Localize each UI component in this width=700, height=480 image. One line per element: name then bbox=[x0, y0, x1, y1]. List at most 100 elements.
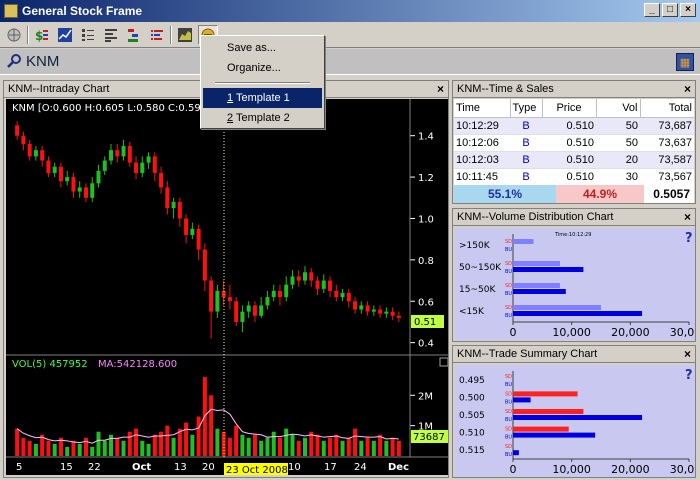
x-tick-label: 0 bbox=[510, 326, 517, 339]
col-type[interactable]: Type bbox=[510, 99, 543, 118]
volume-bar bbox=[296, 440, 301, 456]
volume-bar bbox=[165, 425, 170, 456]
bars-icon[interactable] bbox=[147, 25, 167, 45]
candle-body bbox=[159, 172, 164, 188]
line-chart-icon[interactable] bbox=[55, 25, 75, 45]
candle-body bbox=[40, 150, 45, 161]
candle-body bbox=[71, 177, 76, 192]
col-total[interactable]: Total bbox=[640, 99, 694, 118]
sd-bar bbox=[513, 305, 601, 310]
sd-tag: SD bbox=[505, 283, 512, 289]
volume-bar bbox=[209, 395, 214, 456]
trade-summary-panel: KNM--Trade Summary Chart × 0 10,000 20,000… bbox=[452, 345, 696, 478]
category-label: 0.510 bbox=[459, 429, 485, 439]
price-tick-label: 1.0 bbox=[418, 214, 434, 225]
category-label: 0.500 bbox=[459, 393, 485, 403]
candle-body bbox=[52, 166, 57, 173]
window-titlebar: General Stock Frame _ □ × bbox=[0, 0, 700, 22]
chart-background bbox=[455, 365, 695, 477]
col-price[interactable]: Price bbox=[542, 99, 597, 118]
search-icon[interactable] bbox=[6, 53, 24, 71]
col-time[interactable]: Time bbox=[454, 99, 511, 118]
volume-tick-label: 2M bbox=[418, 391, 433, 402]
candle-body bbox=[290, 276, 295, 285]
volume-distribution-chart[interactable]: 010,00020,00030,000>150KSDBU50~150KSDBU1… bbox=[455, 228, 695, 340]
time-sales-title: KNM--Time & Sales bbox=[457, 83, 554, 95]
candle-body bbox=[146, 156, 151, 163]
cursor-date: 23 Oct 2008 bbox=[226, 465, 288, 475]
help-icon[interactable]: ? bbox=[685, 231, 693, 246]
volume-bar bbox=[328, 437, 333, 456]
volume-bar bbox=[46, 440, 51, 456]
bu-bar bbox=[513, 415, 643, 420]
symbol-code[interactable]: KNM bbox=[26, 53, 59, 70]
close-button[interactable]: × bbox=[680, 3, 696, 17]
bu-bar bbox=[513, 267, 584, 272]
candle-body bbox=[171, 201, 176, 209]
cell-price: 0.510 bbox=[542, 117, 596, 135]
chart-background bbox=[455, 228, 695, 340]
intraday-close-icon[interactable]: × bbox=[437, 81, 444, 97]
toolbar-separator bbox=[27, 25, 29, 44]
volume-bar bbox=[284, 428, 289, 456]
align-icon[interactable] bbox=[101, 25, 121, 45]
bu-tag: BU bbox=[505, 435, 512, 441]
trade-summary-close-icon[interactable]: × bbox=[684, 346, 691, 362]
volume-bar bbox=[152, 434, 157, 456]
list-icon[interactable] bbox=[78, 25, 98, 45]
maximize-button[interactable]: □ bbox=[662, 3, 678, 17]
table-row[interactable]: 10:12:03 B 0.510 20 73,587 bbox=[454, 151, 694, 169]
volume-bar bbox=[96, 431, 101, 456]
table-row[interactable]: 10:12:06 B 0.510 50 73,637 bbox=[454, 134, 694, 152]
volume-distribution-close-icon[interactable]: × bbox=[684, 209, 691, 225]
col-vol[interactable]: Vol bbox=[596, 99, 641, 118]
tree-icon[interactable] bbox=[124, 25, 144, 45]
candle-body bbox=[215, 290, 220, 312]
intraday-chart[interactable]: 1.41.21.00.80.60.42M1M 51522Oct132030101… bbox=[6, 99, 448, 475]
menu-save-as[interactable]: Save as... bbox=[203, 38, 322, 58]
x-tick-label: 15 bbox=[60, 462, 73, 473]
candle-body bbox=[303, 272, 307, 281]
x-tick-label: 13 bbox=[174, 462, 187, 473]
volume-bar bbox=[115, 437, 120, 456]
sd-bar bbox=[513, 283, 560, 288]
sd-tag: SD bbox=[505, 374, 512, 380]
volume-label: VOL(5) 457952 bbox=[12, 359, 88, 370]
x-tick-label: 10 bbox=[288, 462, 301, 473]
volume-bar bbox=[240, 434, 245, 456]
sd-tag: SD bbox=[505, 391, 512, 397]
time-sales-close-icon[interactable]: × bbox=[684, 81, 691, 97]
price-tick-label: 1.2 bbox=[418, 173, 434, 184]
calculator-icon[interactable]: ▦ bbox=[676, 53, 694, 71]
area-chart-icon[interactable] bbox=[175, 25, 195, 45]
sd-tag: SD bbox=[505, 261, 512, 267]
menu-template-2[interactable]: 2 Template 2 bbox=[203, 108, 322, 128]
candle-body bbox=[346, 292, 351, 302]
category-label: 0.505 bbox=[459, 411, 485, 421]
volume-bar bbox=[134, 428, 139, 456]
candle-body bbox=[209, 280, 214, 312]
globe-icon[interactable] bbox=[4, 25, 24, 45]
cell-vol: 50 bbox=[596, 134, 640, 152]
svg-text:$: $ bbox=[35, 29, 43, 43]
candle-body bbox=[196, 228, 201, 250]
table-row[interactable]: 10:11:45 B 0.510 30 73,567 bbox=[454, 168, 694, 186]
bu-bar bbox=[513, 432, 596, 438]
category-label: 0.495 bbox=[459, 376, 485, 386]
sd-bar bbox=[513, 409, 584, 414]
volume-bar bbox=[65, 446, 70, 456]
candle-body bbox=[96, 170, 101, 184]
menu-template-1[interactable]: 1 Template 1 bbox=[203, 88, 322, 108]
trade-summary-title: KNM--Trade Summary Chart bbox=[457, 348, 598, 360]
table-row[interactable]: 10:12:29 B 0.510 50 73,687 bbox=[454, 117, 694, 135]
cell-vol: 30 bbox=[596, 168, 640, 186]
menu-organize[interactable]: Organize... bbox=[203, 58, 322, 78]
volume-bar bbox=[315, 434, 320, 456]
minimize-button[interactable]: _ bbox=[644, 3, 660, 17]
dollar-icon[interactable]: $ bbox=[32, 25, 52, 45]
candle-body bbox=[371, 309, 376, 312]
help-icon[interactable]: ? bbox=[685, 368, 693, 383]
category-label: 0.515 bbox=[459, 446, 485, 456]
volume-bar bbox=[190, 434, 195, 456]
trade-summary-chart[interactable]: 0 10,000 20,000 30,000 0.495 SD BU 0.500 SD BU 0.5… bbox=[455, 365, 695, 477]
